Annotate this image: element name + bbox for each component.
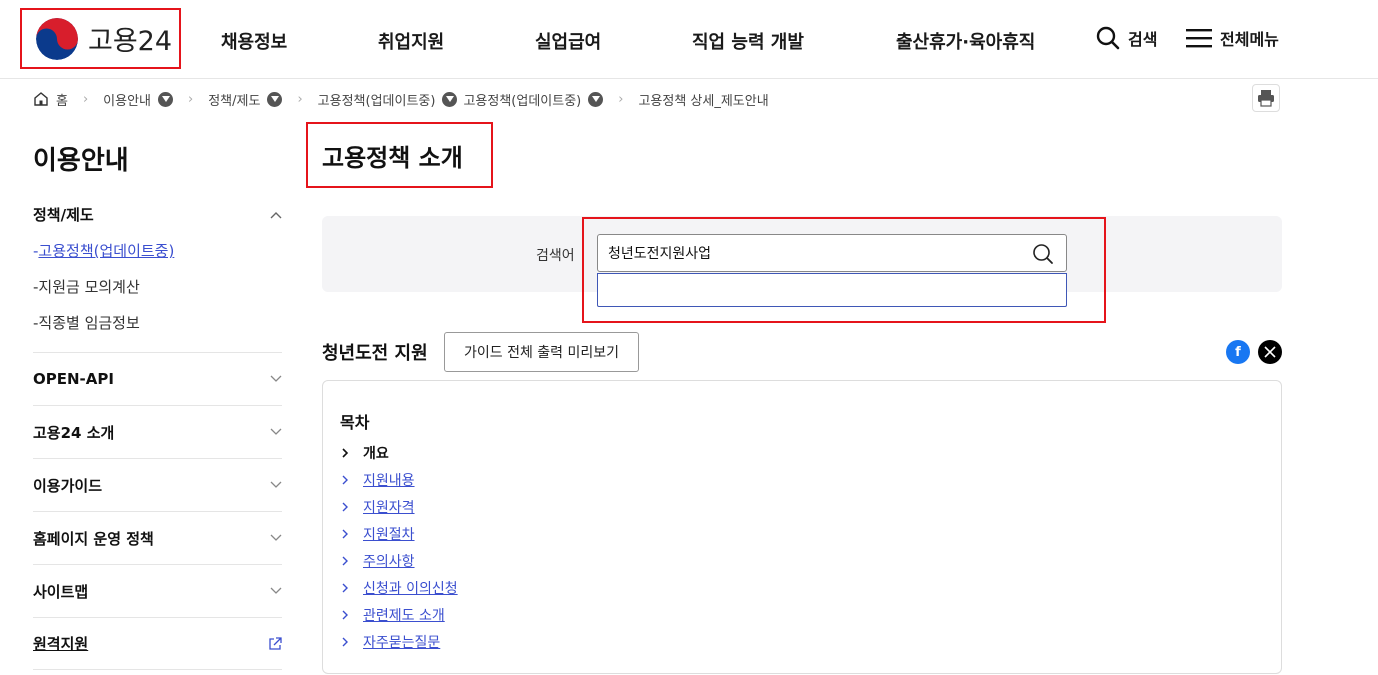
- sidebar-item-guide[interactable]: 이용가이드: [33, 458, 282, 511]
- nav-item-unemployment-benefit[interactable]: 실업급여: [535, 28, 601, 54]
- sidebar-subitem-calc[interactable]: -지원금 모의계산: [33, 276, 140, 297]
- chevron-down-icon: [270, 481, 282, 488]
- chevron-down-icon: [270, 587, 282, 594]
- toc-list: 개요 지원내용 지원자격 지원절차 주의사항 신청과 이의신청 관련제도 소개: [341, 439, 458, 655]
- table-of-contents: 목차 개요 지원내용 지원자격 지원절차 주의사항 신청과 이의신청 관련제도 …: [322, 380, 1282, 674]
- facebook-icon[interactable]: f: [1226, 340, 1250, 364]
- nav-item-jobs[interactable]: 채용정보: [221, 28, 287, 54]
- breadcrumb: 홈 › 이용안내 › 정책/제도 › 고용정책(업데이트중) 고용정책(업데이트…: [33, 88, 769, 110]
- chevron-down-icon[interactable]: [267, 91, 283, 107]
- chevron-right-icon: [341, 555, 353, 567]
- sidebar-group-toggle[interactable]: 정책/제도: [33, 204, 282, 225]
- page-title: 고용정책 소개: [306, 122, 493, 188]
- all-menu-label: 전체메뉴: [1220, 30, 1279, 49]
- toc-item[interactable]: 지원내용: [341, 466, 458, 493]
- toc-item[interactable]: 지원자격: [341, 493, 458, 520]
- sidebar-subitem-policy[interactable]: -고용정책(업데이트중): [33, 240, 174, 261]
- chevron-right-icon: [341, 582, 353, 594]
- chevron-right-icon: ›: [297, 91, 303, 107]
- sidebar-item-openapi[interactable]: OPEN-API: [33, 352, 282, 405]
- hamburger-icon: [1186, 29, 1212, 48]
- toc-title: 목차: [340, 413, 370, 432]
- chevron-right-icon: ›: [82, 91, 89, 107]
- sidebar-item-about[interactable]: 고용24 소개: [33, 405, 282, 458]
- breadcrumb-item[interactable]: 고용정책(업데이트중): [318, 90, 464, 109]
- all-menu-button[interactable]: 전체메뉴: [1186, 26, 1279, 50]
- chevron-down-icon[interactable]: [442, 91, 458, 107]
- chevron-right-icon: [341, 447, 353, 459]
- section-title: 청년도전 지원: [322, 343, 428, 364]
- chevron-right-icon: ›: [188, 91, 194, 107]
- toc-item[interactable]: 신청과 이의신청: [341, 574, 458, 601]
- chevron-right-icon: [341, 528, 353, 540]
- sidebar-subitem-wage[interactable]: -직종별 임금정보: [33, 312, 140, 333]
- print-icon: [1258, 90, 1274, 107]
- breadcrumb-item[interactable]: 고용정책(업데이트중): [463, 90, 604, 109]
- sidebar-item-policy[interactable]: 홈페이지 운영 정책: [33, 511, 282, 564]
- toc-item[interactable]: 주의사항: [341, 547, 458, 574]
- nav-item-parental-leave[interactable]: 출산휴가·육아휴직: [896, 28, 1035, 54]
- breadcrumb-item[interactable]: 정책/제도: [208, 90, 283, 109]
- chevron-right-icon: [341, 501, 353, 513]
- print-button[interactable]: [1252, 84, 1280, 112]
- chevron-right-icon: [341, 609, 353, 621]
- logo-taegeuk-icon: [36, 17, 78, 60]
- x-icon[interactable]: [1258, 340, 1282, 364]
- guide-preview-button[interactable]: 가이드 전체 출력 미리보기: [444, 332, 639, 372]
- sidebar-title: 이용안내: [33, 146, 129, 176]
- chevron-right-icon: [341, 636, 353, 648]
- highlight-box: [582, 217, 1106, 323]
- site-header: 고용24 채용정보 취업지원 실업급여 직업 능력 개발 출산휴가·육아휴직 검…: [0, 0, 1378, 79]
- chevron-down-icon[interactable]: [588, 91, 604, 107]
- sidebar-subitem-policy-link[interactable]: 고용정책(업데이트중): [38, 242, 174, 260]
- search-icon: [1096, 26, 1120, 50]
- toc-item[interactable]: 지원절차: [341, 520, 458, 547]
- toc-item[interactable]: 관련제도 소개: [341, 601, 458, 628]
- header-search-label: 검색: [1128, 30, 1158, 49]
- chevron-down-icon: [270, 534, 282, 541]
- toc-item[interactable]: 개요: [341, 439, 458, 466]
- logo-text: 고용24: [88, 26, 173, 57]
- home-icon: [34, 92, 48, 106]
- sidebar-group-policy: 정책/제도: [33, 204, 282, 225]
- external-link-icon: [269, 636, 282, 650]
- chevron-down-icon[interactable]: [158, 91, 174, 107]
- sidebar-item-sitemap[interactable]: 사이트맵: [33, 564, 282, 617]
- breadcrumb-current: 고용정책 상세_제도안내: [638, 93, 769, 109]
- breadcrumb-item[interactable]: 이용안내: [103, 90, 174, 109]
- chevron-right-icon: ›: [618, 91, 624, 107]
- nav-item-vocational-training[interactable]: 직업 능력 개발: [692, 28, 804, 54]
- toc-item[interactable]: 자주묻는질문: [341, 628, 458, 655]
- chevron-up-icon: [270, 211, 282, 218]
- sidebar-item-remote[interactable]: 원격지원: [33, 617, 282, 670]
- header-search-button[interactable]: 검색: [1096, 26, 1157, 50]
- chevron-down-icon: [270, 428, 282, 435]
- search-label: 검색어: [536, 248, 575, 264]
- chevron-right-icon: [341, 474, 353, 486]
- nav-item-employment-support[interactable]: 취업지원: [378, 28, 444, 54]
- breadcrumb-home[interactable]: 홈: [33, 90, 68, 109]
- chevron-down-icon: [270, 375, 282, 382]
- logo-link[interactable]: 고용24: [20, 8, 181, 69]
